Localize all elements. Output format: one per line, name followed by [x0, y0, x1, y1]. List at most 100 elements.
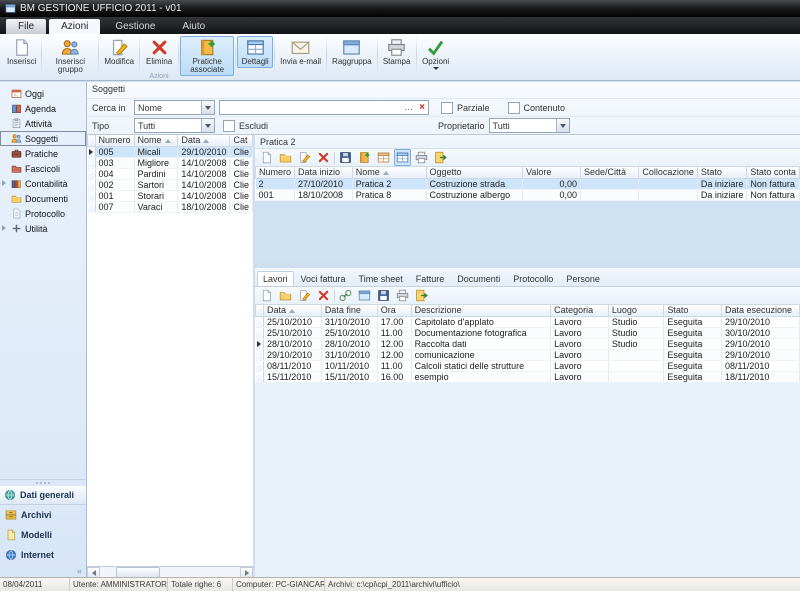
floppy-toolbar-button[interactable]	[375, 287, 392, 304]
expander-icon[interactable]	[2, 180, 6, 186]
sidebar-item-agenda[interactable]: Agenda	[0, 101, 86, 116]
sidebar-footer-header[interactable]: Dati generali	[0, 486, 86, 505]
page-toolbar-button[interactable]	[258, 287, 275, 304]
collapse-chevron-icon[interactable]: «	[77, 567, 82, 576]
sidebar-item-fascicoli[interactable]: Fascicoli	[0, 161, 86, 176]
table-row[interactable]: 15/11/201015/11/201016.00esempioLavoroEs…	[256, 371, 800, 382]
sidebar-item-utilita[interactable]: Utilità	[0, 221, 86, 236]
sidebar-item-oggi[interactable]: Oggi	[0, 86, 86, 101]
table-row[interactable]: 08/11/201010/11/201011.00Calcoli statici…	[256, 360, 800, 371]
parziale-checkbox[interactable]	[441, 102, 453, 114]
proprietario-combo[interactable]: Tutti	[489, 118, 570, 133]
link-toolbar-button[interactable]	[337, 287, 354, 304]
column-header-data[interactable]: Data	[178, 135, 230, 146]
sidebar-item-soggetti[interactable]: Soggetti	[0, 131, 86, 146]
chevron-down-icon[interactable]	[556, 119, 569, 132]
delete-toolbar-button[interactable]	[315, 287, 332, 304]
tab-lavori[interactable]: Lavori	[257, 271, 294, 286]
pencil-toolbar-button[interactable]	[296, 149, 313, 166]
table-row[interactable]: 28/10/201028/10/201012.00Raccolta datiLa…	[256, 338, 800, 349]
chevron-down-icon[interactable]	[201, 101, 214, 114]
column-header-valore[interactable]: Valore	[523, 167, 581, 178]
notebook-plus-toolbar-button[interactable]	[356, 149, 373, 166]
column-header-data-fine[interactable]: Data fine	[321, 305, 377, 316]
delete-toolbar-button[interactable]	[315, 149, 332, 166]
table-row[interactable]: 25/10/201025/10/201011.00Documentazione …	[256, 327, 800, 338]
sidebar-item-protocollo[interactable]: Protocollo	[0, 206, 86, 221]
tab-aiuto[interactable]: Aiuto	[170, 19, 217, 34]
folder-toolbar-button[interactable]	[277, 149, 294, 166]
sidebar-item-documenti[interactable]: Documenti	[0, 191, 86, 206]
tab-time-sheet[interactable]: Time sheet	[353, 271, 409, 286]
sidebar-item-internet[interactable]: Internet	[0, 545, 86, 565]
escludi-checkbox[interactable]	[223, 120, 235, 132]
tipo-combo[interactable]: Tutti	[134, 118, 215, 133]
column-header-ora[interactable]: Ora	[377, 305, 411, 316]
inserisci-gruppo-button[interactable]: Inserisci gruppo	[43, 36, 97, 76]
dettagli-button[interactable]: Dettagli	[237, 36, 273, 68]
table-row[interactable]: 25/10/201031/10/201017.00Capitolato d'ap…	[256, 316, 800, 327]
column-header-data-inizio[interactable]: Data inizio	[295, 167, 353, 178]
column-header-collocazione[interactable]: Collocazione	[639, 167, 698, 178]
table-row[interactable]: 004Pardini14/10/2008Clie	[88, 168, 253, 179]
elimina-button[interactable]: Elimina	[141, 36, 177, 68]
export-toolbar-button[interactable]	[413, 287, 430, 304]
inserisci-button[interactable]: Inserisci	[3, 36, 40, 68]
tab-voci-fattura[interactable]: Voci fattura	[295, 271, 352, 286]
tab-protocollo[interactable]: Protocollo	[507, 271, 559, 286]
sidebar-item-contabilita[interactable]: Contabilità	[0, 176, 86, 191]
column-header-data-esecuzione[interactable]: Data esecuzione	[722, 305, 800, 316]
pencil-toolbar-button[interactable]	[296, 287, 313, 304]
pratiche-associate-button[interactable]: Pratiche associate	[180, 36, 234, 76]
sidebar-splitter[interactable]	[0, 479, 86, 486]
column-header-oggetto[interactable]: Oggetto	[426, 167, 523, 178]
modifica-button[interactable]: Modifica	[100, 36, 138, 68]
stampa-button[interactable]: Stampa	[379, 36, 415, 68]
contenuto-checkbox[interactable]	[508, 102, 520, 114]
opzioni-button[interactable]: Opzioni	[418, 36, 454, 72]
column-header-nome[interactable]: Nome	[134, 135, 178, 146]
sidebar-item-attivita[interactable]: Attività	[0, 116, 86, 131]
raggruppa-button[interactable]: Raggruppa	[328, 36, 376, 68]
clear-search-button[interactable]: ×	[416, 102, 428, 113]
window-toolbar-button[interactable]	[356, 287, 373, 304]
column-header-categoria[interactable]: Categoria	[551, 305, 609, 316]
sidebar-item-archivi[interactable]: Archivi	[0, 505, 86, 525]
page-toolbar-button[interactable]	[258, 149, 275, 166]
folder-toolbar-button[interactable]	[277, 287, 294, 304]
column-header-nome[interactable]: Nome	[352, 167, 426, 178]
browse-ellipsis-button[interactable]: …	[401, 102, 416, 113]
tab-documenti[interactable]: Documenti	[451, 271, 506, 286]
tab-gestione[interactable]: Gestione	[103, 19, 167, 34]
column-header-cat[interactable]: Cat	[230, 135, 253, 146]
table-row[interactable]: 00118/10/2008Pratica 8Costruzione alberg…	[256, 189, 800, 200]
column-header-stato-conta[interactable]: Stato conta	[747, 167, 800, 178]
table-toolbar-button[interactable]	[394, 149, 411, 166]
tab-azioni[interactable]: Azioni	[49, 19, 100, 34]
sidebar-item-modelli[interactable]: Modelli	[0, 525, 86, 545]
printer-toolbar-button[interactable]	[413, 149, 430, 166]
tab-fatture[interactable]: Fatture	[410, 271, 451, 286]
table-row[interactable]: 29/10/201031/10/201012.00comunicazioneLa…	[256, 349, 800, 360]
table-row[interactable]: 227/10/2010Pratica 2Costruzione strada0,…	[256, 178, 800, 189]
printer-toolbar-button[interactable]	[394, 287, 411, 304]
export-toolbar-button[interactable]	[432, 149, 449, 166]
column-header-numero[interactable]: Numero	[256, 167, 295, 178]
floppy-toolbar-button[interactable]	[337, 149, 354, 166]
invia-e-mail-button[interactable]: Invia e-mail	[276, 36, 325, 68]
column-header-luogo[interactable]: Luogo	[608, 305, 663, 316]
chevron-down-icon[interactable]	[201, 119, 214, 132]
column-header-descrizione[interactable]: Descrizione	[411, 305, 551, 316]
tab-file[interactable]: File	[6, 19, 46, 34]
table-row[interactable]: 007Varaci18/10/2008Clie	[88, 201, 253, 212]
sidebar-item-pratiche[interactable]: Pratiche	[0, 146, 86, 161]
column-header-stato[interactable]: Stato	[697, 167, 747, 178]
table-row[interactable]: 001Storari14/10/2008Clie	[88, 190, 253, 201]
tab-persone[interactable]: Persone	[560, 271, 606, 286]
expander-icon[interactable]	[2, 225, 6, 231]
column-header-stato[interactable]: Stato	[664, 305, 722, 316]
column-header-sede-citta[interactable]: Sede/Città	[581, 167, 639, 178]
cerca-in-combo[interactable]: Nome	[134, 100, 215, 115]
table-row[interactable]: 003Migliore14/10/2008Clie	[88, 157, 253, 168]
grid-orange-toolbar-button[interactable]	[375, 149, 392, 166]
